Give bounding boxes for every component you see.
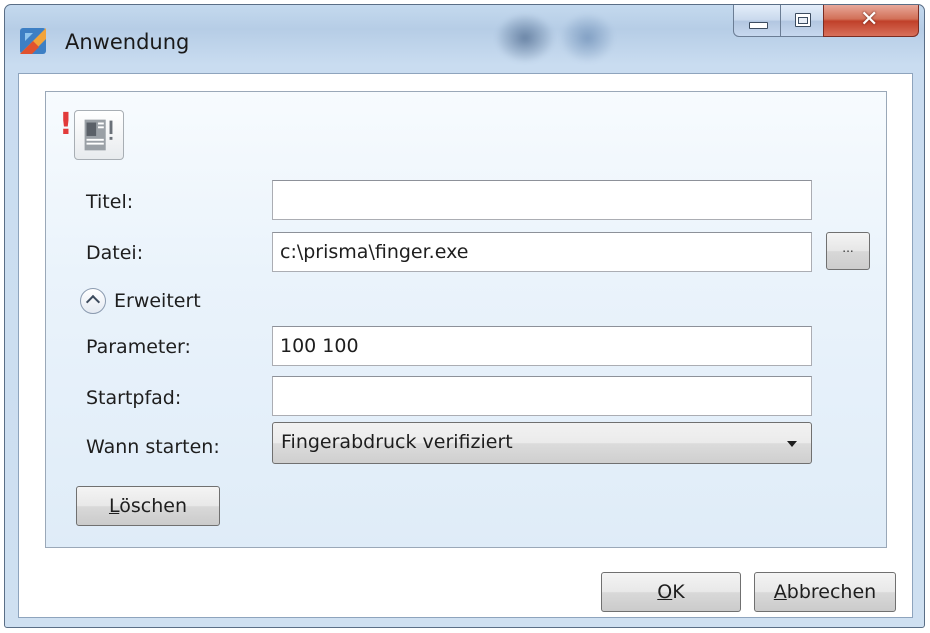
delete-accel: L bbox=[108, 495, 120, 517]
browse-button[interactable]: ... bbox=[826, 232, 870, 270]
advanced-expander-button[interactable] bbox=[80, 288, 106, 314]
cancel-label: bbrechen bbox=[786, 581, 877, 603]
cancel-button[interactable]: Abbrechen bbox=[754, 572, 896, 612]
ok-label: K bbox=[672, 581, 685, 603]
title-bar[interactable]: Anwendung ✕ bbox=[5, 5, 924, 75]
file-input[interactable]: c:\prisma\finger.exe bbox=[272, 232, 812, 272]
maximize-button[interactable] bbox=[780, 5, 824, 37]
when-start-dropdown[interactable]: Fingerabdruck verifiziert bbox=[272, 422, 812, 464]
close-button[interactable]: ✕ bbox=[823, 5, 919, 37]
minimize-button[interactable] bbox=[733, 5, 781, 37]
file-label: Datei: bbox=[86, 242, 144, 264]
chevron-up-icon bbox=[85, 294, 101, 310]
when-start-label: Wann starten: bbox=[86, 436, 220, 458]
settings-panel: ! Titel: Datei: c:\prisma\finger.exe ...… bbox=[45, 91, 887, 548]
minimize-icon bbox=[749, 22, 768, 29]
exclamation-icon: ! bbox=[59, 107, 73, 142]
chevron-down-icon bbox=[787, 441, 797, 447]
ok-accel: O bbox=[657, 581, 673, 603]
parameter-input[interactable]: 100 100 bbox=[272, 326, 812, 366]
dialog-window: Anwendung ✕ ! Titel: Datei: c:\prisma\fi… bbox=[4, 4, 925, 628]
title-label: Titel: bbox=[86, 191, 134, 213]
delete-button[interactable]: Löschen bbox=[76, 486, 220, 526]
title-glass-blur bbox=[495, 13, 555, 63]
startpath-label: Startpfad: bbox=[86, 387, 182, 409]
close-icon: ✕ bbox=[860, 7, 879, 32]
cancel-accel: A bbox=[773, 581, 787, 603]
title-input[interactable] bbox=[272, 180, 812, 220]
app-icon[interactable] bbox=[19, 27, 47, 55]
title-glass-blur-2 bbox=[560, 13, 615, 63]
delete-label: öschen bbox=[119, 495, 187, 517]
ok-button[interactable]: OK bbox=[601, 572, 741, 612]
document-icon bbox=[74, 110, 124, 160]
dialog-content: ! Titel: Datei: c:\prisma\finger.exe ...… bbox=[18, 73, 913, 618]
window-title: Anwendung bbox=[65, 30, 190, 54]
parameter-label: Parameter: bbox=[86, 336, 191, 358]
maximize-icon bbox=[795, 13, 811, 27]
advanced-label[interactable]: Erweitert bbox=[114, 290, 201, 312]
caption-buttons: ✕ bbox=[733, 5, 923, 41]
when-start-value: Fingerabdruck verifiziert bbox=[281, 431, 513, 453]
startpath-input[interactable] bbox=[272, 376, 812, 416]
